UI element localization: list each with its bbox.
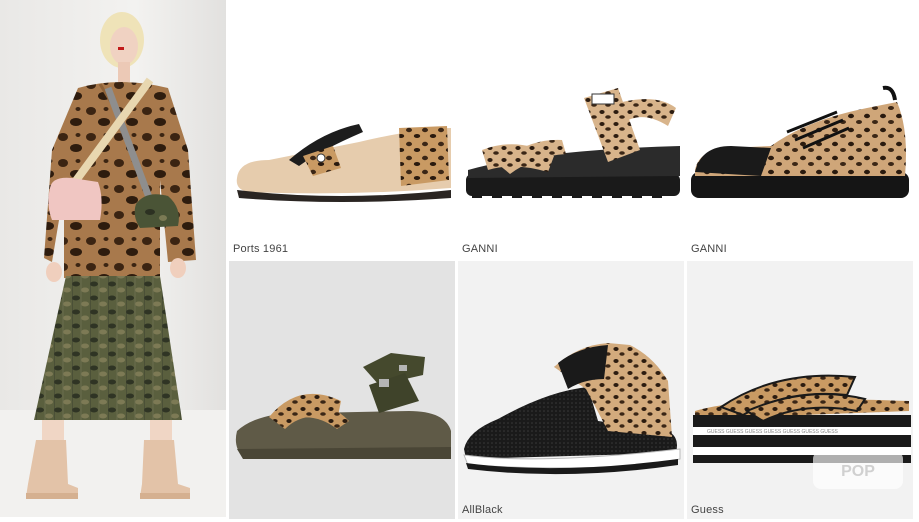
- product-tile-2[interactable]: GANNI: [458, 0, 684, 258]
- loafer-image: [236, 124, 451, 202]
- brand-label: Ports 1961: [233, 243, 289, 255]
- product-tile-4[interactable]: [229, 261, 455, 519]
- product-tile-1[interactable]: Ports 1961: [229, 0, 455, 258]
- svg-text:GUESS GUESS GUESS GUESS GUESS: GUESS GUESS GUESS GUESS GUESS GUESS GUES…: [707, 429, 839, 435]
- product-tile-3[interactable]: GANNI: [687, 0, 913, 258]
- product-tile-6[interactable]: GUESS GUESS GUESS GUESS GUESS GUESS GUES…: [687, 261, 913, 519]
- shoe-collage: Ports 1961 GANNI GANNI AllBlack GUESS GU…: [0, 0, 919, 522]
- mesh-sneaker-image: [463, 343, 681, 475]
- brand-label: GANNI: [462, 243, 498, 255]
- brand-label: AllBlack: [462, 504, 503, 516]
- lace-up-shoe-image: [691, 85, 909, 198]
- platform-slide-image: GUESS GUESS GUESS GUESS GUESS GUESS GUES…: [693, 374, 911, 489]
- model-figure: [26, 12, 196, 499]
- product-tile-5[interactable]: AllBlack: [458, 261, 684, 519]
- watermark-text: POP: [841, 463, 875, 480]
- model-photo: [0, 0, 226, 517]
- sandal-image: [466, 88, 680, 198]
- brand-label: GANNI: [691, 243, 727, 255]
- khaki-sandal-image: [235, 353, 451, 459]
- brand-label: Guess: [691, 504, 724, 516]
